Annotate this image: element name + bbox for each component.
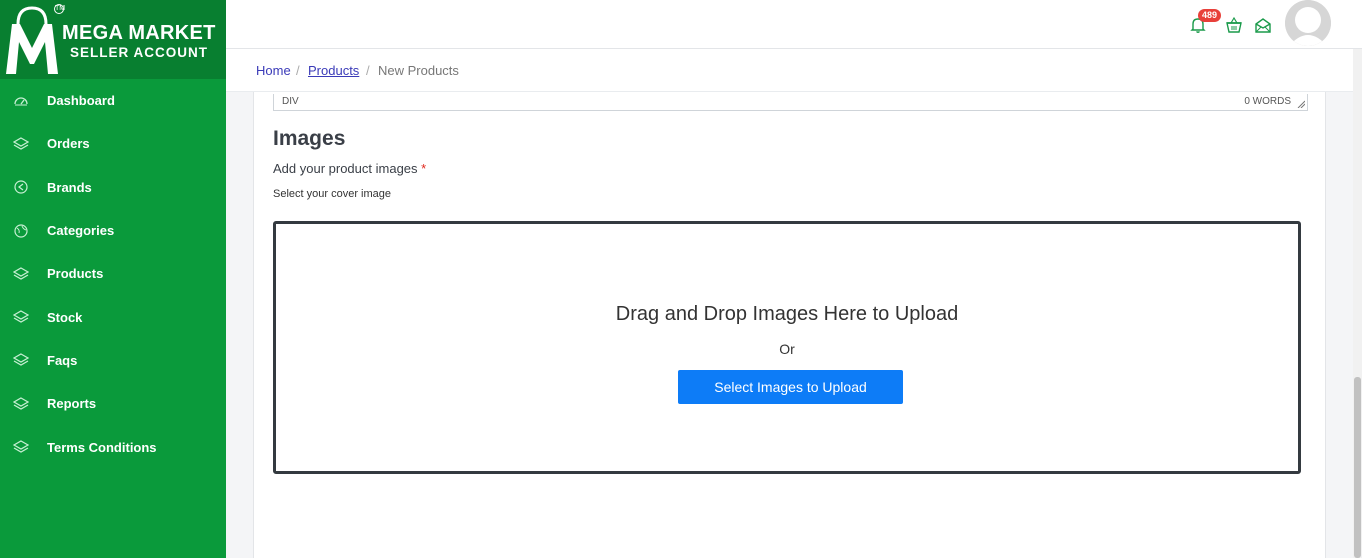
layers-icon <box>13 137 29 150</box>
editor-element-path[interactable]: DIV <box>282 96 299 107</box>
select-images-button[interactable]: Select Images to Upload <box>678 370 903 404</box>
images-field-label: Add your product images * <box>273 161 426 176</box>
user-avatar[interactable] <box>1285 0 1331 46</box>
sidebar-item-label: Dashboard <box>47 93 115 109</box>
notification-count-badge: 489 <box>1198 9 1222 22</box>
tag-circle-icon <box>14 180 28 194</box>
sidebar-item-label: Reports <box>47 396 97 412</box>
sidebar-item-label: Products <box>47 266 104 282</box>
sidebar-item-label: Brands <box>47 179 92 195</box>
user-silhouette-icon <box>1285 0 1331 46</box>
layers-icon <box>13 310 29 323</box>
cover-image-help: Select your cover image <box>273 188 391 200</box>
required-asterisk: * <box>421 161 427 176</box>
dropzone-title: Drag and Drop Images Here to Upload <box>615 303 959 325</box>
sidebar-item-label: Terms Conditions <box>47 439 157 455</box>
sidebar: TM MEGA MARKET SELLER ACCOUNT Dashboard … <box>0 0 226 558</box>
sidebar-item-stock[interactable]: Stock <box>0 295 226 338</box>
trademark-mark: TM <box>54 4 66 14</box>
top-header: 489 <box>226 0 1362 49</box>
sidebar-item-label: Stock <box>47 309 83 325</box>
sidebar-nav: Dashboard Orders Brands Categories Produ… <box>0 79 226 469</box>
sidebar-item-categories[interactable]: Categories <box>0 209 226 252</box>
layers-icon <box>13 353 29 367</box>
brand-logo[interactable]: TM MEGA MARKET SELLER ACCOUNT <box>0 0 226 79</box>
scrollbar-thumb[interactable] <box>1354 377 1361 558</box>
brand-subtitle: SELLER ACCOUNT <box>70 45 208 60</box>
sidebar-item-label: Faqs <box>47 352 78 368</box>
product-form-card: DIV 0 WORDS Images Add your product imag… <box>253 92 1326 558</box>
sidebar-item-label: Orders <box>47 136 90 152</box>
layers-icon <box>13 397 29 410</box>
breadcrumb-separator: / <box>366 63 370 78</box>
layers-icon <box>13 267 29 280</box>
editor-statusbar: DIV 0 WORDS <box>273 94 1308 111</box>
sidebar-item-dashboard[interactable]: Dashboard <box>0 79 226 122</box>
breadcrumb: Home / Products / New Products <box>226 49 1353 92</box>
page-scrollbar[interactable] <box>1353 49 1362 558</box>
sidebar-item-faqs[interactable]: Faqs <box>0 339 226 382</box>
breadcrumb-separator: / <box>296 63 300 78</box>
editor-word-count: 0 WORDS <box>1244 96 1291 107</box>
sidebar-item-terms-conditions[interactable]: Terms Conditions <box>0 425 226 468</box>
resize-handle-icon[interactable] <box>1297 100 1305 108</box>
images-field-label-text: Add your product images <box>273 161 418 176</box>
sidebar-item-label: Categories <box>47 223 115 239</box>
globe-icon <box>14 223 28 238</box>
breadcrumb-current: New Products <box>378 63 459 78</box>
breadcrumb-home-link[interactable]: Home <box>256 63 291 78</box>
dropzone-or: Or <box>779 341 795 357</box>
brand-title: MEGA MARKET <box>62 22 216 44</box>
shopping-bag-m-logo-icon <box>6 6 58 74</box>
sidebar-item-orders[interactable]: Orders <box>0 122 226 165</box>
image-dropzone[interactable]: Drag and Drop Images Here to Upload Or S… <box>273 221 1301 474</box>
breadcrumb-products-link[interactable]: Products <box>308 63 359 78</box>
basket-icon[interactable] <box>1225 16 1243 34</box>
sidebar-item-brands[interactable]: Brands <box>0 166 226 209</box>
open-envelope-icon[interactable] <box>1254 16 1272 34</box>
sidebar-item-reports[interactable]: Reports <box>0 382 226 425</box>
sidebar-item-products[interactable]: Products <box>0 252 226 295</box>
layers-icon <box>13 440 29 453</box>
gauge-icon <box>14 96 28 106</box>
images-section-title: Images <box>273 127 346 150</box>
